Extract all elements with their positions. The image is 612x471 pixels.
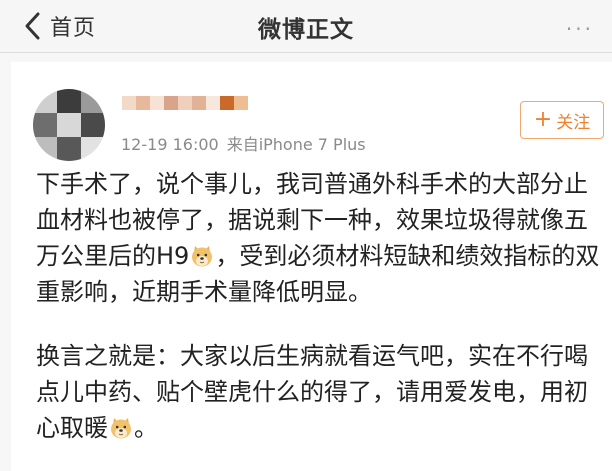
post-body: 下手术了，说个事儿，我司普通外科手术的大部分止血材料也被停了，据说剩下一种，效果…: [36, 166, 601, 446]
post-timestamp: 12-19 16:00: [121, 135, 219, 154]
plus-icon: +: [533, 107, 553, 132]
post-paragraph-1: 下手术了，说个事儿，我司普通外科手术的大部分止血材料也被停了，据说剩下一种，效果…: [36, 170, 600, 306]
follow-button[interactable]: + 关注: [520, 101, 604, 139]
post-paragraph-2: 换言之就是：大家以后生病就看运气吧，实在不行喝点儿中药、贴个壁虎什么的得了，请用…: [36, 342, 588, 442]
username-mosaic[interactable]: [122, 94, 252, 114]
post-source: 来自iPhone 7 Plus: [226, 135, 366, 154]
post-card: 12-19 16:00 来自iPhone 7 Plus + 关注 下手术了，说个事…: [11, 62, 612, 471]
more-icon[interactable]: ···: [566, 17, 594, 41]
follow-label: 关注: [556, 112, 591, 133]
avatar[interactable]: [33, 89, 105, 161]
post-meta: 12-19 16:00 来自iPhone 7 Plus: [121, 131, 366, 155]
page-title: 微博正文: [258, 17, 354, 43]
nav-bar: 首页 微博正文 ···: [0, 0, 612, 53]
doge-emoji-icon: [192, 246, 213, 267]
doge-emoji-icon: [111, 418, 131, 439]
